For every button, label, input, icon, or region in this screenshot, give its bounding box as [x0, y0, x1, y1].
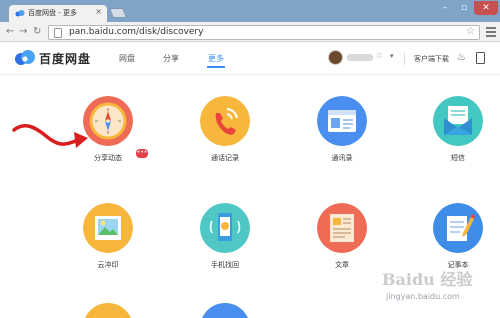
site-header: 百度网盘 网盘 分享 更多 ♔ ▾ 客户端下载 ♨: [0, 43, 500, 75]
app-label: 通话记录: [211, 154, 239, 162]
envelope-icon[interactable]: [433, 96, 483, 146]
app-row3-partial[interactable]: [83, 303, 133, 318]
phone-find-icon[interactable]: [200, 203, 250, 253]
app-label: 通讯录: [331, 154, 353, 162]
app-sms[interactable]: 短信: [408, 96, 500, 176]
nav-item-more[interactable]: 更多: [208, 53, 224, 64]
tab-close-icon[interactable]: ×: [95, 7, 102, 16]
app-find-phone[interactable]: 手机找回: [175, 203, 275, 283]
document-icon[interactable]: [317, 203, 367, 253]
back-icon[interactable]: ←: [6, 26, 14, 37]
window-close-button[interactable]: ✕: [474, 1, 498, 15]
clipboard-icon[interactable]: [476, 52, 485, 64]
new-badge: •••: [136, 149, 148, 158]
vip-badge-icon: ♔: [376, 51, 384, 60]
browser-titlebar: 百度网盘 - 更多 × – ▫ ✕: [0, 0, 500, 22]
notepad-icon[interactable]: [433, 203, 483, 253]
nav-item-netdisk[interactable]: 网盘: [119, 53, 135, 64]
app-label: 短信: [451, 154, 465, 162]
nav-item-share[interactable]: 分享: [163, 53, 179, 64]
phone-icon[interactable]: [200, 96, 250, 146]
url-text[interactable]: pan.baidu.com/disk/discovery: [69, 27, 203, 37]
contact-card-icon[interactable]: [317, 96, 367, 146]
reload-icon[interactable]: ↻: [33, 26, 41, 37]
photo-icon[interactable]: [83, 203, 133, 253]
app-contacts[interactable]: 通讯录: [292, 96, 392, 176]
bookmark-star-icon[interactable]: ☆: [466, 26, 475, 37]
chevron-down-icon[interactable]: ▾: [390, 52, 394, 60]
browser-menu-icon[interactable]: [486, 27, 496, 37]
app-call-log[interactable]: 通话记录: [175, 96, 275, 176]
baidu-pan-favicon-icon: [15, 10, 25, 17]
app-label: 手机找回: [211, 261, 239, 269]
watermark-logo: Baidu 经验: [382, 270, 473, 289]
browser-tab[interactable]: 百度网盘 - 更多 ×: [8, 4, 108, 22]
notification-bell-icon[interactable]: ♨: [457, 52, 466, 63]
tab-title: 百度网盘 - 更多: [28, 9, 77, 17]
watermark: Baidu 经验 jingyan.baidu.com: [376, 262, 494, 310]
app-row3-partial[interactable]: [200, 303, 250, 318]
client-download-link[interactable]: 客户端下载: [414, 54, 449, 64]
active-nav-underline: [207, 66, 225, 68]
forward-icon[interactable]: →: [19, 26, 27, 37]
window-minimize-button[interactable]: –: [436, 1, 454, 15]
browser-toolbar: ← → ↻ pan.baidu.com/disk/discovery ☆: [0, 22, 500, 42]
header-divider: [404, 53, 405, 65]
address-bar[interactable]: pan.baidu.com/disk/discovery ☆: [48, 25, 480, 40]
site-logo-text[interactable]: 百度网盘: [39, 50, 91, 67]
page-icon: [54, 28, 62, 38]
app-cloud-print[interactable]: 云冲印: [58, 203, 158, 283]
new-tab-button[interactable]: [109, 8, 127, 18]
baidu-pan-logo-icon[interactable]: [14, 50, 36, 66]
window-maximize-button[interactable]: ▫: [455, 1, 473, 15]
avatar[interactable]: [328, 50, 343, 65]
app-label: 云冲印: [97, 261, 119, 269]
watermark-text: jingyan.baidu.com: [386, 292, 460, 301]
red-arrow-annotation: [12, 124, 88, 148]
username[interactable]: [347, 54, 373, 61]
